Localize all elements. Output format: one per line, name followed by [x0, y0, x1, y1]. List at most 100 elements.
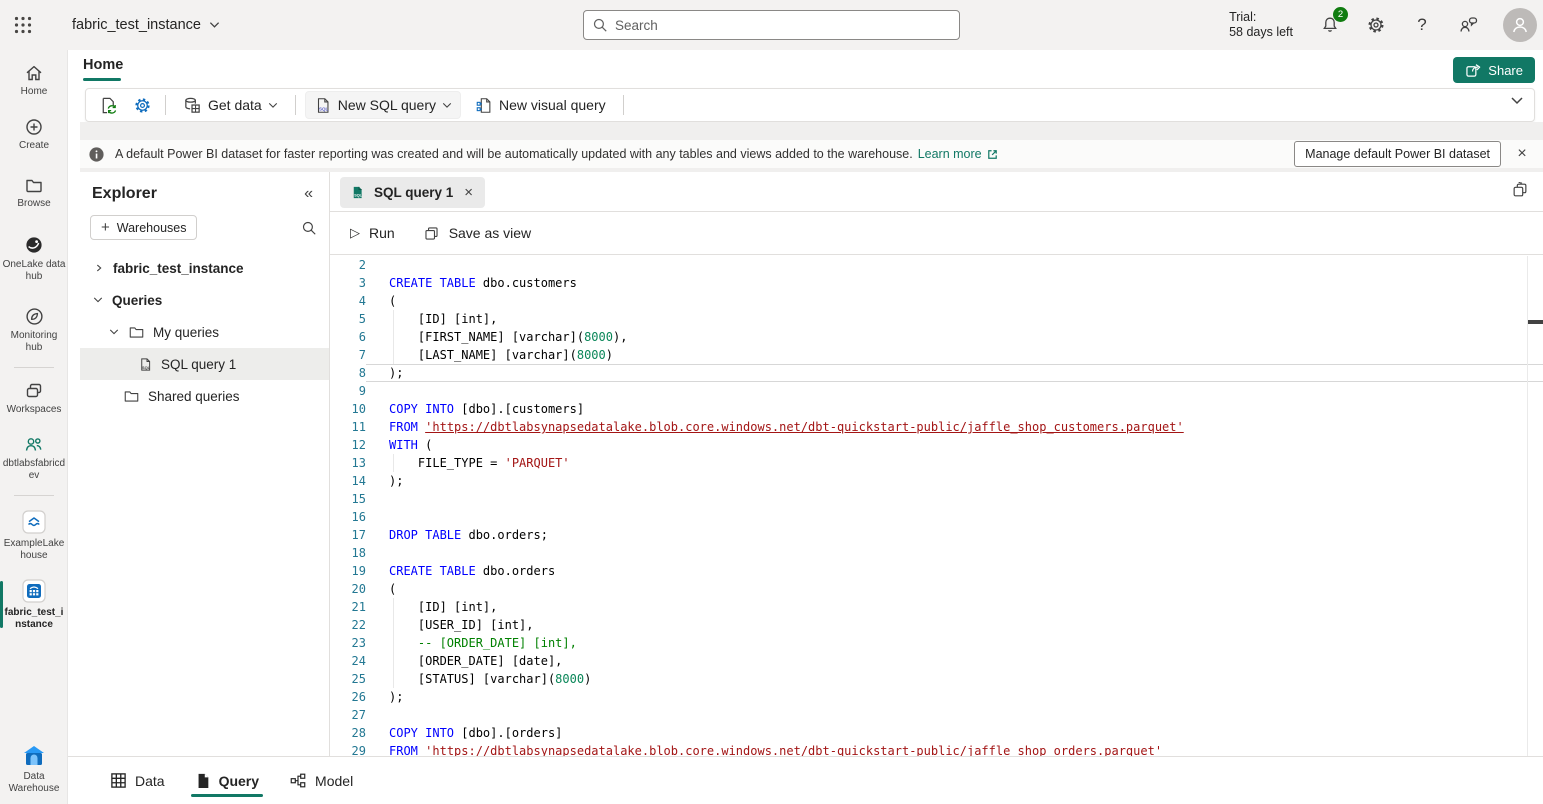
- line-number: 8: [330, 364, 366, 382]
- sidebar-item-create[interactable]: Create: [0, 112, 68, 157]
- code-line[interactable]: 25 [STATUS] [varchar](8000): [330, 670, 1543, 688]
- sidebar-item-onelake-data-hub[interactable]: OneLake data hub: [0, 229, 68, 288]
- tab-query[interactable]: Query: [185, 757, 269, 804]
- data-grid-icon: [110, 772, 127, 789]
- code-line[interactable]: 19CREATE TABLE dbo.orders: [330, 562, 1543, 580]
- line-number: 24: [330, 652, 366, 670]
- save-as-view-button[interactable]: Save as view: [423, 225, 531, 242]
- tab-home[interactable]: Home: [83, 57, 123, 81]
- collapse-explorer-button[interactable]: «: [304, 185, 313, 203]
- banner-close-button[interactable]: ×: [1507, 141, 1537, 167]
- sidebar-item-data-warehouse[interactable]: Data Warehouse: [0, 739, 68, 800]
- query-tab-bar: SQL SQL query 1 ×: [330, 172, 1543, 212]
- manage-default-dataset-button[interactable]: Manage default Power BI dataset: [1294, 141, 1501, 167]
- svg-text:SQL: SQL: [354, 194, 362, 198]
- refresh-semantic-model-button[interactable]: [94, 91, 122, 119]
- code-line[interactable]: 24 [ORDER_DATE] [date],: [330, 652, 1543, 670]
- copy-button[interactable]: [1511, 181, 1529, 199]
- sidebar-item-label: Create: [19, 140, 49, 152]
- notifications-button[interactable]: 2: [1319, 14, 1341, 36]
- code-line[interactable]: 11FROM 'https://dbtlabsynapsedatalake.bl…: [330, 418, 1543, 436]
- overview-ruler[interactable]: [1527, 256, 1528, 756]
- code-line[interactable]: 10COPY INTO [dbo].[customers]: [330, 400, 1543, 418]
- tree-item-queries[interactable]: Queries: [80, 284, 329, 316]
- line-number: 10: [330, 400, 366, 418]
- settings-button-ribbon[interactable]: [128, 91, 156, 119]
- learn-more-link[interactable]: Learn more: [918, 147, 999, 161]
- code-text: [366, 706, 1543, 724]
- code-line[interactable]: 16: [330, 508, 1543, 526]
- code-line[interactable]: 21 [ID] [int],: [330, 598, 1543, 616]
- feedback-button[interactable]: [1457, 14, 1479, 36]
- tree-item-fabric-test-instance[interactable]: fabric_test_instance: [80, 252, 329, 284]
- sql-editor[interactable]: 23CREATE TABLE dbo.customers4(5 [ID] [in…: [330, 256, 1543, 756]
- tree-item-sql-query-1[interactable]: SQL SQL query 1: [80, 348, 329, 380]
- line-number: 12: [330, 436, 366, 454]
- line-number: 14: [330, 472, 366, 490]
- tree-item-label: Shared queries: [148, 389, 240, 404]
- code-line[interactable]: 7 [LAST_NAME] [varchar](8000): [330, 346, 1543, 364]
- tree-item-shared-queries[interactable]: Shared queries: [80, 380, 329, 412]
- get-data-button[interactable]: Get data: [175, 91, 286, 119]
- close-tab-icon[interactable]: ×: [462, 184, 475, 201]
- code-line[interactable]: 14);: [330, 472, 1543, 490]
- code-line[interactable]: 12WITH (: [330, 436, 1543, 454]
- sidebar-item-fabric-test-instance[interactable]: fabric_test_instance: [0, 573, 68, 636]
- code-line[interactable]: 8);: [330, 364, 1543, 382]
- code-line[interactable]: 6 [FIRST_NAME] [varchar](8000),: [330, 328, 1543, 346]
- share-button[interactable]: Share: [1453, 57, 1535, 83]
- tab-label: Query: [219, 773, 259, 789]
- sidebar-item-workspaces[interactable]: Workspaces: [0, 376, 68, 421]
- code-text: DROP TABLE dbo.orders;: [366, 526, 1543, 544]
- chevron-down-icon: [209, 21, 220, 29]
- code-text: WITH (: [366, 436, 1543, 454]
- code-line[interactable]: 9: [330, 382, 1543, 400]
- tree-item-my-queries[interactable]: My queries: [80, 316, 329, 348]
- help-button[interactable]: ?: [1411, 14, 1433, 36]
- code-text: FILE_TYPE = 'PARQUET': [366, 454, 1543, 472]
- line-number: 17: [330, 526, 366, 544]
- tab-sql-query-1[interactable]: SQL SQL query 1 ×: [340, 177, 485, 208]
- code-line[interactable]: 4(: [330, 292, 1543, 310]
- search-input[interactable]: [615, 18, 951, 33]
- sidebar-item-home[interactable]: Home: [0, 58, 68, 103]
- code-line[interactable]: 28COPY INTO [dbo].[orders]: [330, 724, 1543, 742]
- code-line[interactable]: 27: [330, 706, 1543, 724]
- settings-button[interactable]: [1365, 14, 1387, 36]
- data-warehouse-icon: [21, 744, 47, 768]
- explorer-search-icon[interactable]: [301, 220, 317, 236]
- code-line[interactable]: 29FROM 'https://dbtlabsynapsedatalake.bl…: [330, 742, 1543, 756]
- tree-item-label: My queries: [153, 325, 219, 340]
- sidebar-item-dbtlabsfabricdev[interactable]: dbtlabsfabricdev: [0, 430, 68, 487]
- code-line[interactable]: 3CREATE TABLE dbo.customers: [330, 274, 1543, 292]
- code-text: [366, 508, 1543, 526]
- folder-icon: [24, 175, 44, 195]
- code-line[interactable]: 20(: [330, 580, 1543, 598]
- code-line[interactable]: 18: [330, 544, 1543, 562]
- code-line[interactable]: 5 [ID] [int],: [330, 310, 1543, 328]
- run-button[interactable]: ▷ Run: [350, 225, 395, 241]
- avatar[interactable]: [1503, 8, 1537, 42]
- code-line[interactable]: 26);: [330, 688, 1543, 706]
- code-line[interactable]: 15: [330, 490, 1543, 508]
- new-visual-query-button[interactable]: New visual query: [467, 91, 614, 119]
- tab-data[interactable]: Data: [100, 757, 175, 804]
- sidebar-item-examplelakehouse[interactable]: ExampleLakehouse: [0, 504, 68, 567]
- code-line[interactable]: 17DROP TABLE dbo.orders;: [330, 526, 1543, 544]
- code-line[interactable]: 22 [USER_ID] [int],: [330, 616, 1543, 634]
- app-window: fabric_test_instance Trial: 58 days left…: [0, 0, 1543, 804]
- collapse-ribbon-button[interactable]: [1510, 96, 1524, 105]
- explorer-tree: fabric_test_instance Queries My queries …: [80, 252, 329, 412]
- dataset-info-banner: A default Power BI dataset for faster re…: [80, 140, 1543, 168]
- tab-model[interactable]: Model: [279, 757, 363, 804]
- code-line[interactable]: 23 -- [ORDER_DATE] [int],: [330, 634, 1543, 652]
- code-line[interactable]: 2: [330, 256, 1543, 274]
- workspace-switcher[interactable]: fabric_test_instance: [72, 17, 220, 33]
- add-warehouses-button[interactable]: + Warehouses: [90, 215, 197, 240]
- svg-text:SQL: SQL: [142, 364, 151, 369]
- code-line[interactable]: 13 FILE_TYPE = 'PARQUET': [330, 454, 1543, 472]
- sidebar-item-browse[interactable]: Browse: [0, 170, 68, 215]
- sidebar-item-monitoring-hub[interactable]: Monitoring hub: [0, 301, 68, 359]
- waffle-menu-icon[interactable]: [0, 0, 46, 50]
- new-sql-query-button[interactable]: SQL New SQL query: [305, 91, 461, 119]
